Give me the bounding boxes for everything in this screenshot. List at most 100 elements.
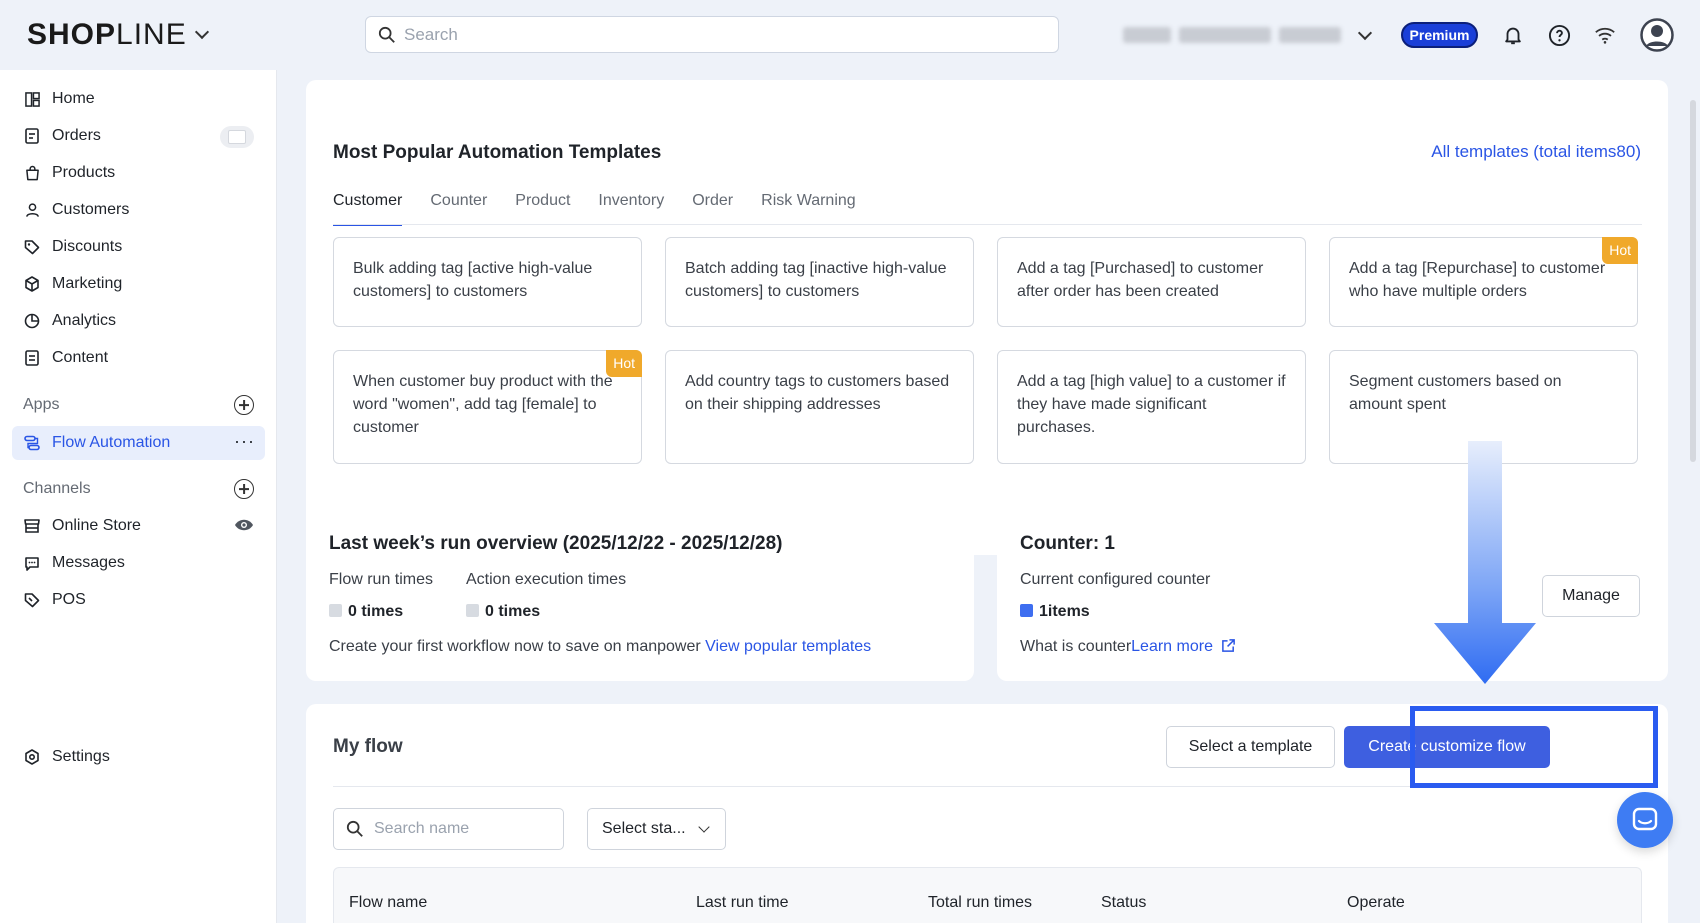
sidebar-item-label: Discounts [52, 238, 123, 255]
template-text: Add a tag [Repurchase] to customer who h… [1349, 260, 1606, 300]
sidebar-item-content[interactable]: Content [12, 341, 265, 375]
tab-product[interactable]: Product [515, 192, 570, 226]
template-card[interactable]: Add country tags to customers based on t… [665, 350, 974, 464]
status-select-value: Select sta... [602, 820, 686, 837]
chevron-down-icon[interactable] [1357, 25, 1373, 41]
external-link-icon[interactable] [1221, 638, 1236, 653]
sidebar-item-label: Products [52, 164, 116, 181]
what-is-counter: What is counterLearn more [1020, 638, 1236, 656]
chevron-down-icon [697, 821, 710, 833]
sidebar-item-label: Analytics [52, 312, 117, 329]
template-text: Batch adding tag [inactive high-value cu… [685, 260, 947, 300]
sidebar-item-pos[interactable]: POS [12, 583, 265, 617]
hot-badge: Hot [1602, 237, 1638, 264]
premium-badge: Premium [1401, 22, 1478, 48]
sidebar: Home Orders Products Customers Discounts… [0, 70, 277, 923]
down-arrow-icon [1434, 441, 1536, 684]
sidebar-item-home[interactable]: Home [12, 82, 265, 116]
template-text: When customer buy product with the word … [353, 373, 613, 436]
sidebar-item-label: Messages [52, 554, 125, 571]
scrollbar[interactable] [1690, 100, 1696, 462]
flow-run-value: 0 times [329, 603, 403, 621]
view-popular-templates-link[interactable]: View popular templates [705, 638, 871, 655]
store-name-blurred[interactable] [1123, 27, 1341, 43]
sidebar-item-label: Customers [52, 201, 130, 218]
add-channel-icon[interactable] [234, 479, 254, 499]
template-text: Add a tag [high value] to a customer if … [1017, 373, 1286, 436]
sidebar-item-customers[interactable]: Customers [12, 193, 265, 227]
my-flow-title: My flow [333, 736, 403, 757]
add-app-icon[interactable] [234, 395, 254, 415]
search-icon [378, 26, 395, 43]
eye-icon[interactable] [234, 517, 254, 538]
flow-search-input[interactable] [374, 820, 544, 838]
global-search[interactable] [365, 16, 1059, 53]
overview-cta: Create your first workflow now to save o… [329, 638, 872, 655]
status-select[interactable]: Select sta... [587, 808, 726, 850]
more-icon[interactable]: ··· [234, 431, 255, 452]
sidebar-item-label: Marketing [52, 275, 123, 292]
template-text: Bulk adding tag [active high-value custo… [353, 260, 593, 300]
tab-counter[interactable]: Counter [430, 192, 487, 226]
template-card[interactable]: Add a tag [Repurchase] to customer who h… [1329, 237, 1638, 327]
bag-icon [24, 165, 40, 181]
tab-inventory[interactable]: Inventory [598, 192, 664, 226]
cube-icon [24, 276, 40, 292]
store-switcher[interactable]: SHOPLINE [27, 18, 209, 52]
template-card[interactable]: Add a tag [Purchased] to customer after … [997, 237, 1306, 327]
col-total-run-times: Total run times [928, 894, 1033, 911]
sidebar-item-online-store[interactable]: Online Store [12, 509, 265, 543]
channels-section-label: Channels [23, 480, 91, 497]
learn-more-link[interactable]: Learn more [1131, 638, 1213, 655]
chevron-down-icon [194, 24, 209, 40]
counter-items-value: 1items [1020, 603, 1090, 621]
tab-order[interactable]: Order [692, 192, 733, 226]
global-search-input[interactable] [404, 24, 1024, 45]
run-overview-card: Last week’s run overview (2025/12/22 - 2… [306, 508, 974, 681]
template-card[interactable]: Add a tag [high value] to a customer if … [997, 350, 1306, 464]
configured-counter-label: Current configured counter [1020, 571, 1211, 588]
tab-customer[interactable]: Customer [333, 192, 403, 226]
col-last-run-time: Last run time [696, 894, 789, 911]
all-templates-link[interactable]: All templates (total items80) [1431, 142, 1641, 162]
tabs-divider [333, 224, 1642, 225]
sidebar-item-label: Home [52, 90, 95, 107]
flow-search-field[interactable] [333, 808, 564, 850]
col-flow-name: Flow name [349, 894, 428, 911]
sidebar-item-label: POS [52, 591, 86, 608]
templates-title: Most Popular Automation Templates [333, 142, 662, 163]
help-icon[interactable] [1546, 22, 1572, 48]
pos-tag-icon [24, 592, 40, 608]
sidebar-item-products[interactable]: Products [12, 156, 265, 190]
wifi-icon[interactable] [1592, 22, 1618, 48]
pie-icon [24, 313, 40, 329]
template-tabs: Customer Counter Product Inventory Order… [333, 192, 884, 226]
flow-run-label: Flow run times [329, 571, 434, 588]
orders-icon [24, 128, 40, 144]
action-exec-label: Action execution times [466, 571, 627, 588]
counter-card: Counter: 1 Current configured counter 1i… [997, 508, 1668, 681]
sidebar-item-analytics[interactable]: Analytics [12, 304, 265, 338]
sidebar-item-flow-automation[interactable]: Flow Automation ··· [12, 426, 265, 460]
avatar[interactable] [1640, 18, 1674, 52]
bell-icon[interactable] [1500, 22, 1526, 48]
tab-risk-warning[interactable]: Risk Warning [761, 192, 856, 226]
sidebar-item-label: Content [52, 349, 109, 366]
select-template-button[interactable]: Select a template [1166, 726, 1335, 768]
chat-support-button[interactable] [1617, 792, 1673, 848]
settings-icon [24, 749, 40, 765]
sidebar-item-settings[interactable]: Settings [12, 740, 265, 774]
sidebar-item-discounts[interactable]: Discounts [12, 230, 265, 264]
template-card[interactable]: Batch adding tag [inactive high-value cu… [665, 237, 974, 327]
sidebar-item-messages[interactable]: Messages [12, 546, 265, 580]
template-card[interactable]: When customer buy product with the word … [333, 350, 642, 464]
sidebar-item-label: Flow Automation [52, 434, 171, 451]
document-icon [24, 350, 40, 366]
sidebar-item-marketing[interactable]: Marketing [12, 267, 265, 301]
template-card[interactable]: Bulk adding tag [active high-value custo… [333, 237, 642, 327]
manage-button[interactable]: Manage [1542, 575, 1640, 617]
col-status: Status [1101, 894, 1147, 911]
highlight-box [1410, 706, 1658, 788]
col-operate: Operate [1347, 894, 1405, 911]
counter-title: Counter: 1 [1020, 533, 1115, 554]
